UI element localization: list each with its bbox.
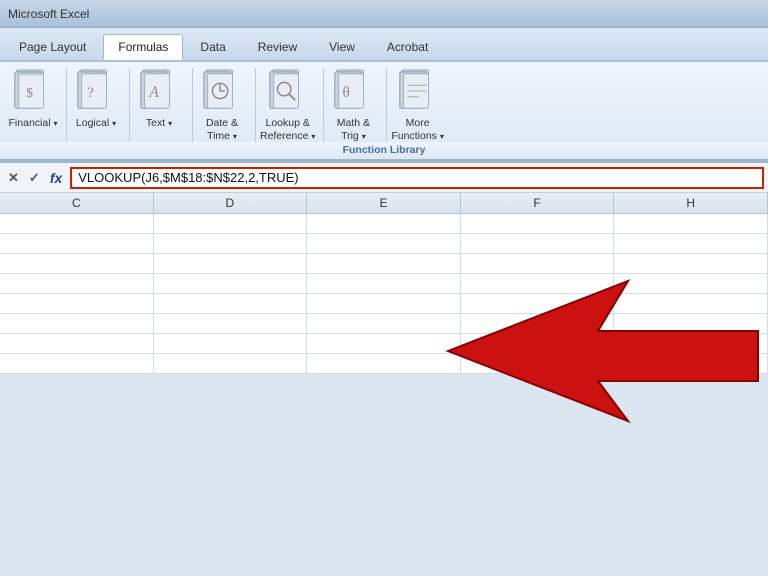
table-row xyxy=(0,214,768,234)
svg-text:A: A xyxy=(148,84,159,101)
datetime-button[interactable]: Date & Time ▾ xyxy=(197,68,247,142)
cell[interactable] xyxy=(307,314,461,333)
ribbon-group-datetime: Date & Time ▾ xyxy=(197,68,256,142)
title-bar: Microsoft Excel xyxy=(0,0,768,28)
cell[interactable] xyxy=(614,274,768,293)
cell[interactable] xyxy=(0,314,154,333)
tab-data[interactable]: Data xyxy=(185,34,240,60)
text-button[interactable]: A Text ▾ xyxy=(134,68,184,130)
cell[interactable] xyxy=(154,334,308,353)
cell[interactable] xyxy=(461,354,615,373)
lookup-button[interactable]: Lookup & Reference ▾ xyxy=(260,68,315,142)
cell[interactable] xyxy=(154,354,308,373)
cell[interactable] xyxy=(154,294,308,313)
logical-button[interactable]: ? Logical ▾ xyxy=(71,68,121,130)
cell[interactable] xyxy=(0,234,154,253)
title-text: Microsoft Excel xyxy=(8,7,89,21)
function-library-label: Function Library xyxy=(0,142,768,161)
cell[interactable] xyxy=(614,214,768,233)
ribbon-tabs: Page Layout Formulas Data Review View Ac… xyxy=(0,28,768,62)
column-headers: C D E F H xyxy=(0,193,768,214)
ribbon-group-text: A Text ▾ xyxy=(134,68,193,142)
cell[interactable] xyxy=(0,294,154,313)
math-button[interactable]: θ Math & Trig ▾ xyxy=(328,68,378,142)
cell[interactable] xyxy=(0,334,154,353)
tab-page-layout[interactable]: Page Layout xyxy=(4,34,101,60)
col-header-f: F xyxy=(461,193,615,213)
financial-button[interactable]: $ Financial ▾ xyxy=(8,68,58,130)
cell[interactable] xyxy=(614,354,768,373)
cell[interactable] xyxy=(0,274,154,293)
table-row xyxy=(0,334,768,354)
cell[interactable] xyxy=(461,254,615,273)
confirm-button[interactable]: ✓ xyxy=(25,169,44,187)
tab-acrobat[interactable]: Acrobat xyxy=(372,34,443,60)
spreadsheet xyxy=(0,214,768,374)
ribbon-inner: $ Financial ▾ ? Logical ▾ xyxy=(0,62,768,142)
cell[interactable] xyxy=(461,314,615,333)
ribbon-group-lookup: Lookup & Reference ▾ xyxy=(260,68,324,142)
svg-text:?: ? xyxy=(87,85,93,101)
cell[interactable] xyxy=(307,234,461,253)
col-header-h: H xyxy=(614,193,768,213)
table-row xyxy=(0,234,768,254)
table-row xyxy=(0,354,768,374)
cell[interactable] xyxy=(154,214,308,233)
cell[interactable] xyxy=(461,334,615,353)
cell[interactable] xyxy=(307,354,461,373)
cell[interactable] xyxy=(614,314,768,333)
svg-text:$: $ xyxy=(26,85,33,100)
cell[interactable] xyxy=(0,354,154,373)
cell[interactable] xyxy=(154,274,308,293)
ribbon-group-financial: $ Financial ▾ xyxy=(8,68,67,142)
cell[interactable] xyxy=(154,254,308,273)
tab-formulas[interactable]: Formulas xyxy=(103,34,183,60)
table-row xyxy=(0,274,768,294)
formula-input[interactable] xyxy=(70,167,764,189)
cell[interactable] xyxy=(307,214,461,233)
cell[interactable] xyxy=(0,214,154,233)
formula-bar-controls: ✕ ✓ fx xyxy=(4,169,66,187)
col-header-c: C xyxy=(0,193,154,213)
cell[interactable] xyxy=(307,274,461,293)
cell[interactable] xyxy=(0,254,154,273)
cell[interactable] xyxy=(461,294,615,313)
insert-function-button[interactable]: fx xyxy=(46,169,66,187)
svg-text:θ: θ xyxy=(343,84,350,101)
cell[interactable] xyxy=(154,234,308,253)
table-row xyxy=(0,314,768,334)
table-row xyxy=(0,294,768,314)
ribbon: $ Financial ▾ ? Logical ▾ xyxy=(0,62,768,163)
cell[interactable] xyxy=(154,314,308,333)
col-header-d: D xyxy=(154,193,308,213)
cell[interactable] xyxy=(461,234,615,253)
ribbon-group-logical: ? Logical ▾ xyxy=(71,68,130,142)
cell[interactable] xyxy=(614,234,768,253)
table-row xyxy=(0,254,768,274)
cell[interactable] xyxy=(307,294,461,313)
formula-bar: ✕ ✓ fx xyxy=(0,163,768,193)
ribbon-group-more: More Functions ▾ xyxy=(391,68,455,142)
cell[interactable] xyxy=(614,254,768,273)
col-header-e: E xyxy=(307,193,461,213)
cancel-button[interactable]: ✕ xyxy=(4,169,23,187)
cell[interactable] xyxy=(614,294,768,313)
tab-view[interactable]: View xyxy=(314,34,370,60)
cell[interactable] xyxy=(614,334,768,353)
cell[interactable] xyxy=(307,254,461,273)
cell[interactable] xyxy=(461,214,615,233)
cell[interactable] xyxy=(461,274,615,293)
tab-review[interactable]: Review xyxy=(243,34,312,60)
cell[interactable] xyxy=(307,334,461,353)
more-functions-button[interactable]: More Functions ▾ xyxy=(391,68,443,142)
ribbon-group-math: θ Math & Trig ▾ xyxy=(328,68,387,142)
